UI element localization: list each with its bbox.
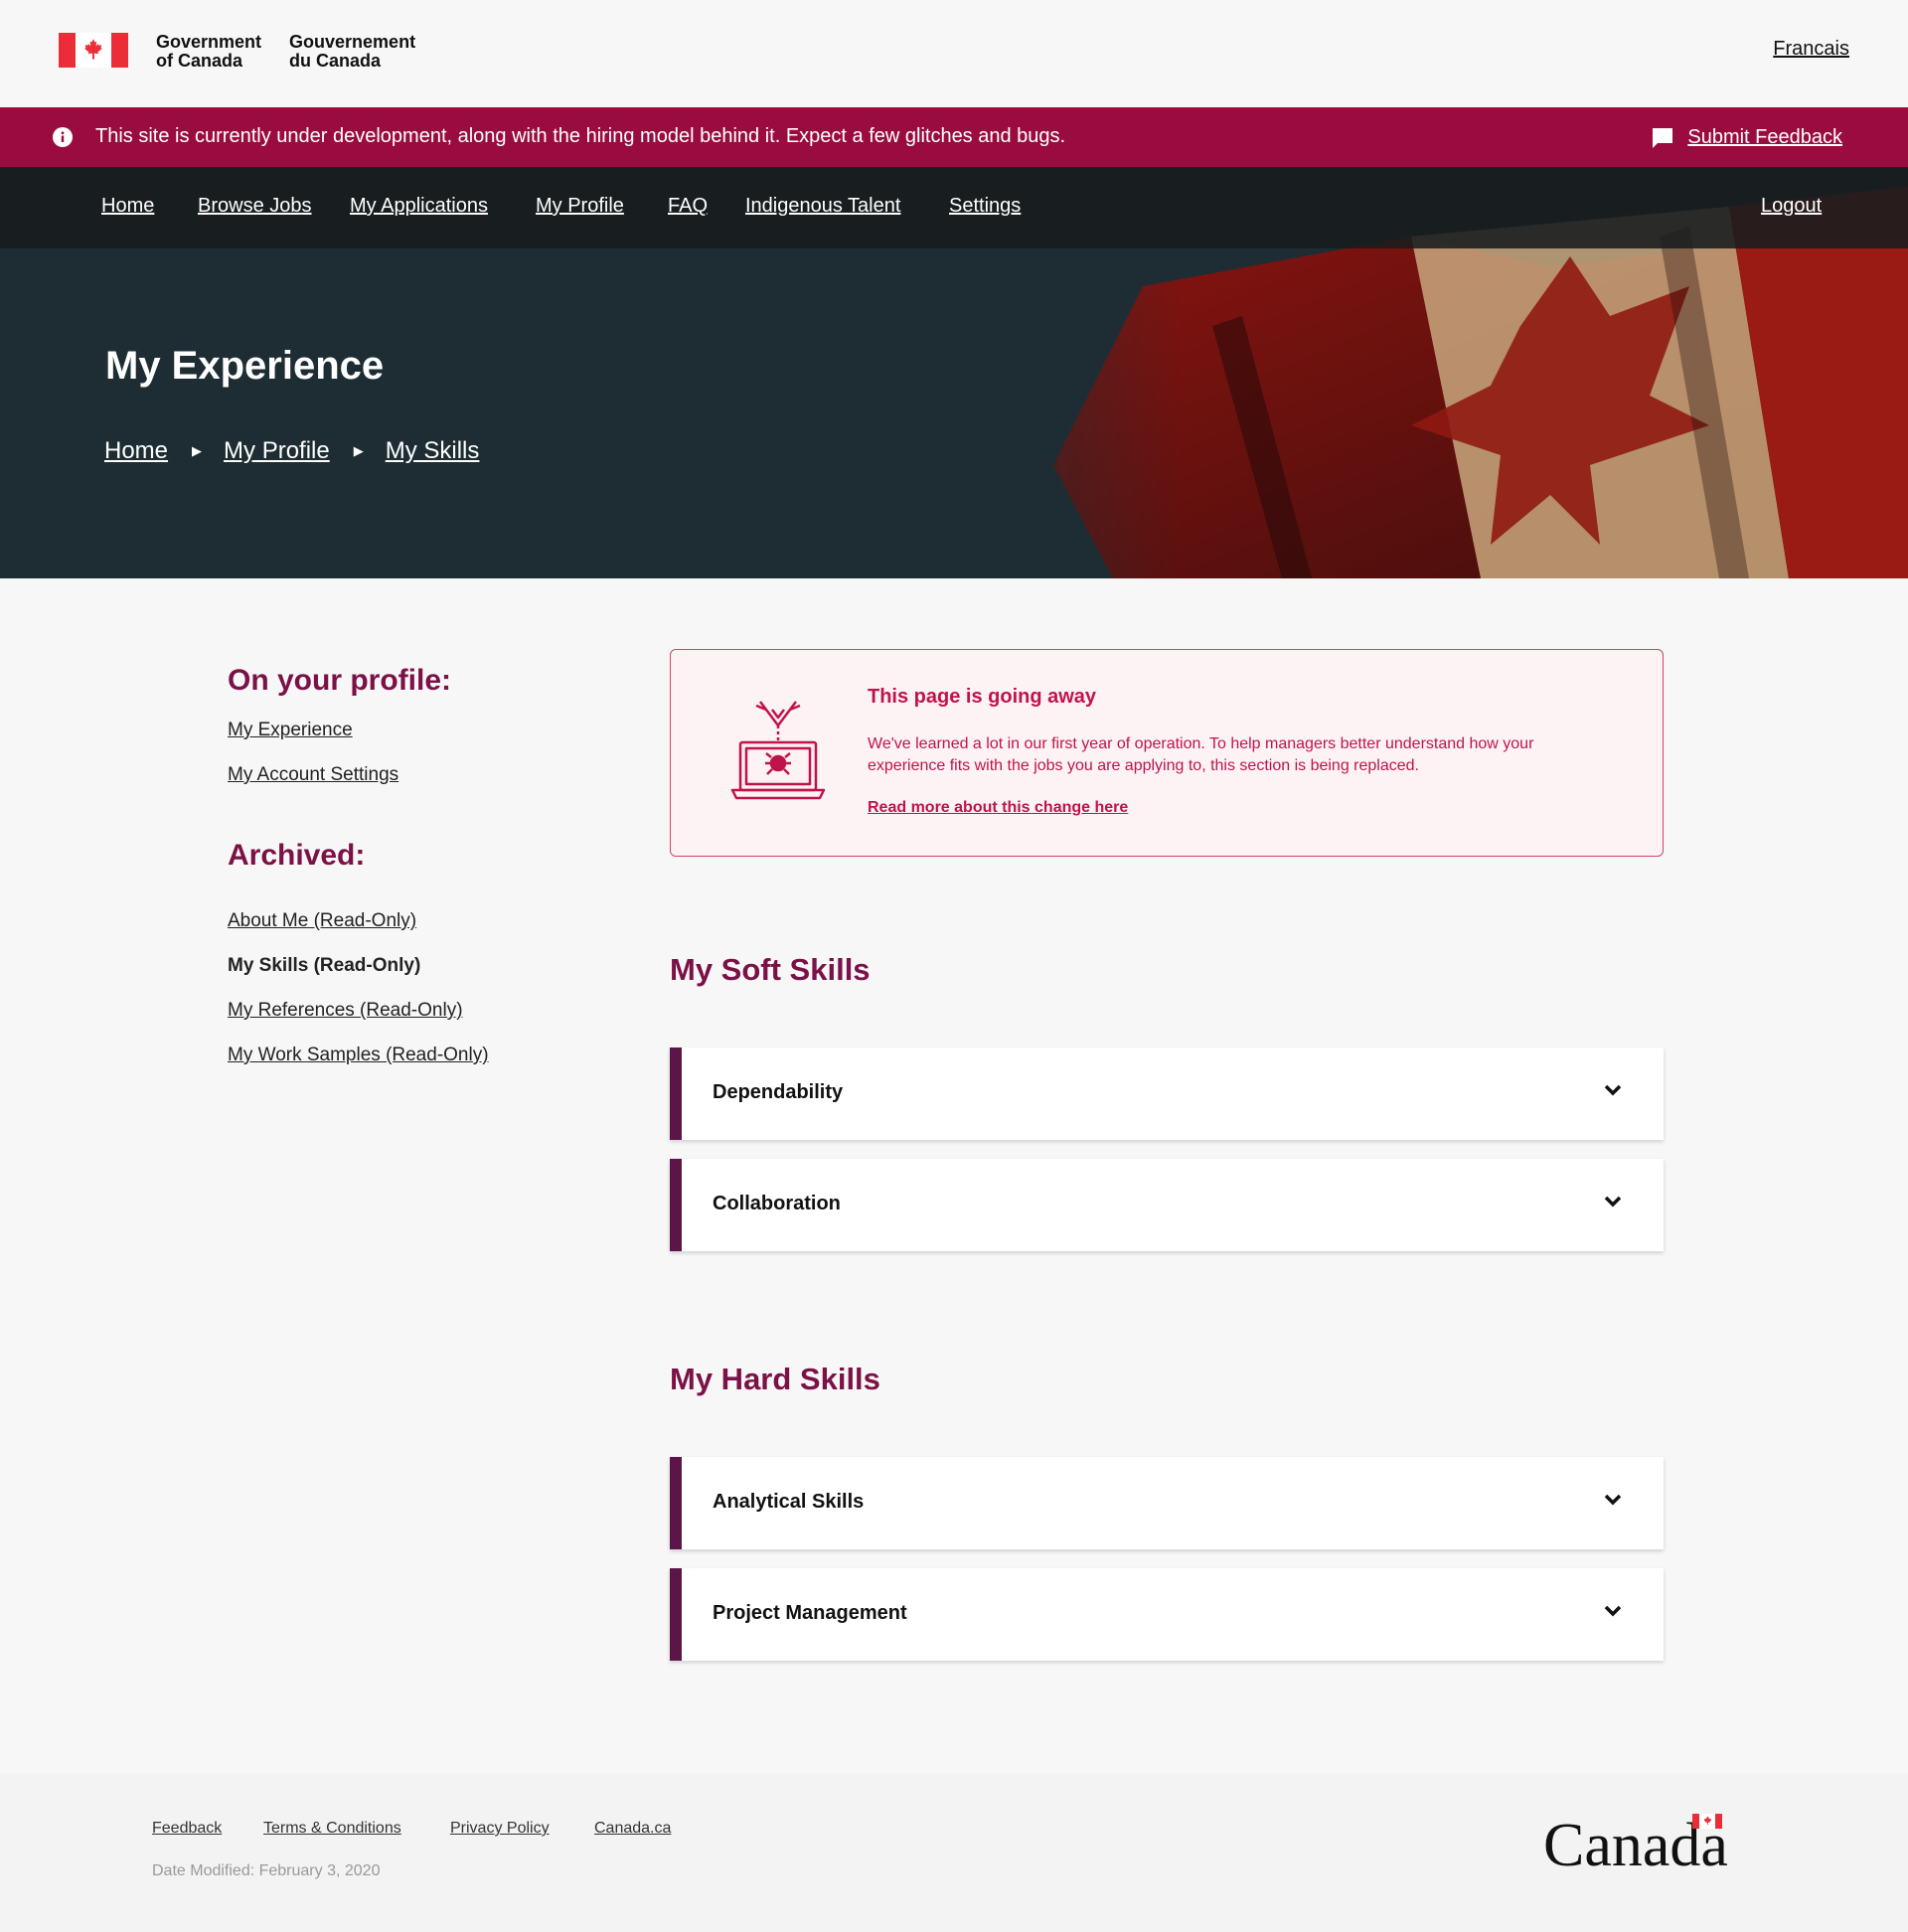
footer-feedback-link[interactable]: Feedback — [152, 1820, 222, 1838]
canada-wordmark-flag-icon — [1692, 1814, 1722, 1829]
breadcrumb-separator-icon: ▶ — [192, 443, 203, 458]
canada-wordmark-logo: Canada — [1543, 1811, 1728, 1881]
breadcrumb-my-skills[interactable]: My Skills — [386, 437, 480, 465]
footer-privacy-link[interactable]: Privacy Policy — [450, 1820, 550, 1838]
info-icon — [53, 127, 73, 147]
accordion-label: Dependability — [713, 1081, 844, 1103]
soft-skills-heading: My Soft Skills — [670, 952, 871, 987]
nav-indigenous-talent[interactable]: Indigenous Talent — [745, 195, 900, 218]
notice-read-more-link[interactable]: Read more about this change here — [868, 799, 1128, 817]
nav-my-applications[interactable]: My Applications — [350, 195, 488, 218]
main-navigation: Home Browse Jobs My Applications My Prof… — [0, 167, 1908, 248]
chevron-down-icon — [1604, 1494, 1622, 1506]
dev-banner: This site is currently under development… — [0, 107, 1908, 167]
chevron-down-icon — [1604, 1084, 1622, 1096]
sidebar-item-my-references[interactable]: My References (Read-Only) — [228, 1000, 463, 1022]
gov-name-en: Government of Canada — [156, 32, 262, 71]
canada-flag-icon — [59, 33, 128, 68]
nav-faq[interactable]: FAQ — [668, 195, 708, 218]
notice-title: This page is going away — [868, 686, 1097, 708]
accordion-analytical-skills[interactable]: Analytical Skills — [670, 1457, 1664, 1549]
sidebar-item-my-work-samples[interactable]: My Work Samples (Read-Only) — [228, 1045, 489, 1066]
gov-header: Government of Canada Gouvernement du Can… — [0, 0, 1908, 107]
breadcrumb-home[interactable]: Home — [104, 437, 168, 465]
hard-skills-heading: My Hard Skills — [670, 1362, 880, 1396]
accordion-label: Collaboration — [713, 1193, 841, 1214]
deprecation-notice: This page is going away We've learned a … — [670, 649, 1664, 857]
submit-feedback[interactable]: Submit Feedback — [1652, 125, 1842, 149]
chevron-down-icon — [1604, 1605, 1622, 1617]
accordion-label: Project Management — [713, 1602, 907, 1624]
nav-my-profile[interactable]: My Profile — [536, 195, 624, 218]
nav-settings[interactable]: Settings — [949, 195, 1021, 218]
accordion-collaboration[interactable]: Collaboration — [670, 1159, 1664, 1251]
accordion-project-management[interactable]: Project Management — [670, 1568, 1664, 1661]
nav-browse-jobs[interactable]: Browse Jobs — [198, 195, 312, 218]
footer-canada-ca-link[interactable]: Canada.ca — [594, 1820, 671, 1838]
sidebar-item-my-experience[interactable]: My Experience — [228, 720, 353, 741]
sidebar-item-about-me[interactable]: About Me (Read-Only) — [228, 910, 416, 932]
accordion-label: Analytical Skills — [713, 1491, 865, 1513]
gov-signature[interactable]: Government of Canada Gouvernement du Can… — [59, 33, 415, 71]
site-footer: Feedback Terms & Conditions Privacy Poli… — [0, 1773, 1908, 1932]
submit-feedback-link[interactable]: Submit Feedback — [1687, 126, 1842, 149]
chat-bubble-icon — [1653, 128, 1673, 148]
gov-name-fr: Gouvernement du Canada — [289, 32, 416, 71]
sidebar-heading-archived: Archived: — [228, 839, 366, 872]
nav-home[interactable]: Home — [101, 195, 154, 218]
date-modified: Date Modified: February 3, 2020 — [152, 1862, 381, 1879]
sidebar-item-my-skills-current: My Skills (Read-Only) — [228, 955, 421, 976]
breadcrumb-separator-icon: ▶ — [353, 443, 364, 458]
chevron-down-icon — [1604, 1196, 1622, 1208]
page-title: My Experience — [105, 344, 385, 388]
dev-banner-message: This site is currently under development… — [95, 125, 1066, 147]
accordion-dependability[interactable]: Dependability — [670, 1047, 1664, 1140]
sidebar-heading-profile: On your profile: — [228, 664, 451, 697]
breadcrumb-my-profile[interactable]: My Profile — [224, 437, 330, 465]
nav-logout[interactable]: Logout — [1761, 195, 1822, 218]
footer-terms-link[interactable]: Terms & Conditions — [263, 1820, 401, 1838]
breadcrumb: Home ▶ My Profile ▶ My Skills — [104, 437, 479, 465]
sidebar-item-account-settings[interactable]: My Account Settings — [228, 764, 398, 786]
laptop-bug-illustration-icon — [730, 701, 826, 800]
notice-body: We've learned a lot in our first year of… — [868, 735, 1534, 774]
hero-banner: Home Browse Jobs My Applications My Prof… — [0, 167, 1908, 578]
language-toggle-link[interactable]: Francais — [1773, 38, 1849, 61]
